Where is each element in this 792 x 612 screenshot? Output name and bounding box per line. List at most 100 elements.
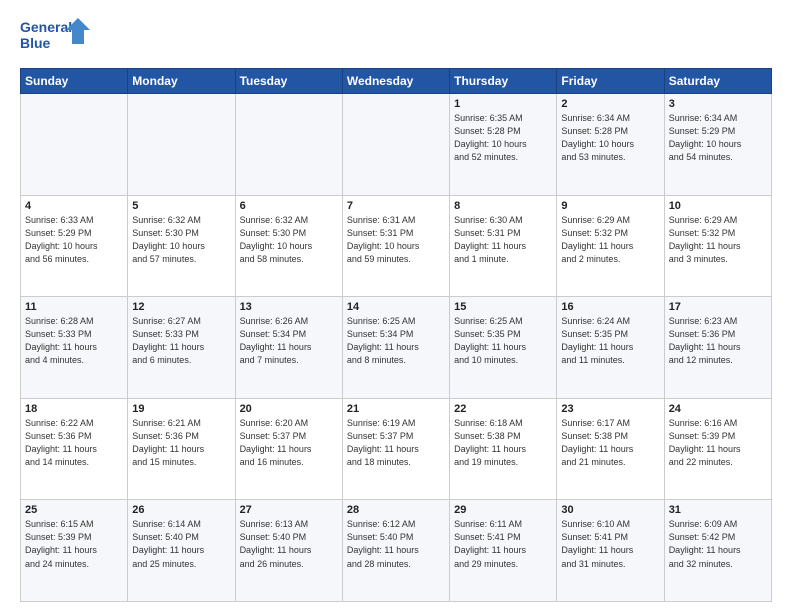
day-info: Sunrise: 6:29 AM Sunset: 5:32 PM Dayligh… (561, 214, 659, 266)
week-row-1: 1Sunrise: 6:35 AM Sunset: 5:28 PM Daylig… (21, 94, 772, 196)
day-info: Sunrise: 6:18 AM Sunset: 5:38 PM Dayligh… (454, 417, 552, 469)
day-cell: 14Sunrise: 6:25 AM Sunset: 5:34 PM Dayli… (342, 297, 449, 399)
day-cell: 2 Sunrise: 6:34 AM Sunset: 5:28 PM Daylig… (557, 94, 664, 196)
header: General Blue (20, 16, 772, 60)
day-info: Sunrise: 6:25 AM Sunset: 5:35 PM Dayligh… (454, 315, 552, 367)
day-info: Sunrise: 6:15 AM Sunset: 5:39 PM Dayligh… (25, 518, 123, 570)
day-number: 28 (347, 504, 445, 516)
day-cell: 16 Sunrise: 6:24 AM Sunset: 5:35 PM Dayli… (557, 297, 664, 399)
day-cell: 5 Sunrise: 6:32 AM Sunset: 5:30 PM Daylig… (128, 195, 235, 297)
day-cell: 11Sunrise: 6:28 AM Sunset: 5:33 PM Dayli… (21, 297, 128, 399)
day-number: 5 (132, 200, 230, 212)
day-number: 4 (25, 200, 123, 212)
day-number: 29 (454, 504, 552, 516)
day-cell: 9 Sunrise: 6:29 AM Sunset: 5:32 PM Daylig… (557, 195, 664, 297)
day-number: 18 (25, 403, 123, 415)
day-cell: 27 Sunrise: 6:13 AM Sunset: 5:40 PM Dayli… (235, 500, 342, 602)
day-cell (342, 94, 449, 196)
day-number: 13 (240, 301, 338, 313)
day-number: 6 (240, 200, 338, 212)
day-info: Sunrise: 6:29 AM Sunset: 5:32 PM Dayligh… (669, 214, 767, 266)
day-number: 30 (561, 504, 659, 516)
day-info: Sunrise: 6:28 AM Sunset: 5:33 PM Dayligh… (25, 315, 123, 367)
header-thursday: Thursday (450, 69, 557, 94)
day-number: 16 (561, 301, 659, 313)
day-number: 22 (454, 403, 552, 415)
day-number: 26 (132, 504, 230, 516)
day-info: Sunrise: 6:14 AM Sunset: 5:40 PM Dayligh… (132, 518, 230, 570)
header-sunday: Sunday (21, 69, 128, 94)
day-cell: 6 Sunrise: 6:32 AM Sunset: 5:30 PM Daylig… (235, 195, 342, 297)
day-cell: 7Sunrise: 6:31 AM Sunset: 5:31 PM Daylig… (342, 195, 449, 297)
day-cell: 10 Sunrise: 6:29 AM Sunset: 5:32 PM Dayli… (664, 195, 771, 297)
day-info: Sunrise: 6:34 AM Sunset: 5:28 PM Dayligh… (561, 112, 659, 164)
day-cell (21, 94, 128, 196)
day-info: Sunrise: 6:20 AM Sunset: 5:37 PM Dayligh… (240, 417, 338, 469)
day-info: Sunrise: 6:24 AM Sunset: 5:35 PM Dayligh… (561, 315, 659, 367)
day-cell: 13 Sunrise: 6:26 AM Sunset: 5:34 PM Dayli… (235, 297, 342, 399)
day-number: 3 (669, 98, 767, 110)
day-number: 21 (347, 403, 445, 415)
day-info: Sunrise: 6:32 AM Sunset: 5:30 PM Dayligh… (240, 214, 338, 266)
day-cell: 17Sunrise: 6:23 AM Sunset: 5:36 PM Dayli… (664, 297, 771, 399)
day-info: Sunrise: 6:35 AM Sunset: 5:28 PM Dayligh… (454, 112, 552, 164)
day-cell: 3 Sunrise: 6:34 AM Sunset: 5:29 PM Daylig… (664, 94, 771, 196)
day-number: 7 (347, 200, 445, 212)
day-cell: 1Sunrise: 6:35 AM Sunset: 5:28 PM Daylig… (450, 94, 557, 196)
logo: General Blue (20, 16, 90, 60)
calendar-header-row: SundayMondayTuesdayWednesdayThursdayFrid… (21, 69, 772, 94)
header-saturday: Saturday (664, 69, 771, 94)
day-info: Sunrise: 6:10 AM Sunset: 5:41 PM Dayligh… (561, 518, 659, 570)
day-cell: 30 Sunrise: 6:10 AM Sunset: 5:41 PM Dayli… (557, 500, 664, 602)
day-cell: 19 Sunrise: 6:21 AM Sunset: 5:36 PM Dayli… (128, 398, 235, 500)
svg-text:General: General (20, 19, 72, 35)
day-number: 10 (669, 200, 767, 212)
day-number: 15 (454, 301, 552, 313)
day-cell: 22 Sunrise: 6:18 AM Sunset: 5:38 PM Dayli… (450, 398, 557, 500)
day-number: 9 (561, 200, 659, 212)
header-friday: Friday (557, 69, 664, 94)
day-cell: 21 Sunrise: 6:19 AM Sunset: 5:37 PM Dayli… (342, 398, 449, 500)
day-info: Sunrise: 6:26 AM Sunset: 5:34 PM Dayligh… (240, 315, 338, 367)
day-info: Sunrise: 6:34 AM Sunset: 5:29 PM Dayligh… (669, 112, 767, 164)
day-info: Sunrise: 6:13 AM Sunset: 5:40 PM Dayligh… (240, 518, 338, 570)
day-number: 25 (25, 504, 123, 516)
day-number: 31 (669, 504, 767, 516)
day-info: Sunrise: 6:22 AM Sunset: 5:36 PM Dayligh… (25, 417, 123, 469)
day-cell: 31 Sunrise: 6:09 AM Sunset: 5:42 PM Dayli… (664, 500, 771, 602)
day-number: 19 (132, 403, 230, 415)
day-info: Sunrise: 6:32 AM Sunset: 5:30 PM Dayligh… (132, 214, 230, 266)
day-info: Sunrise: 6:12 AM Sunset: 5:40 PM Dayligh… (347, 518, 445, 570)
calendar: SundayMondayTuesdayWednesdayThursdayFrid… (20, 68, 772, 602)
day-info: Sunrise: 6:09 AM Sunset: 5:42 PM Dayligh… (669, 518, 767, 570)
day-info: Sunrise: 6:19 AM Sunset: 5:37 PM Dayligh… (347, 417, 445, 469)
day-cell: 12Sunrise: 6:27 AM Sunset: 5:33 PM Dayli… (128, 297, 235, 399)
day-info: Sunrise: 6:27 AM Sunset: 5:33 PM Dayligh… (132, 315, 230, 367)
day-cell: 28 Sunrise: 6:12 AM Sunset: 5:40 PM Dayli… (342, 500, 449, 602)
page: General Blue SundayMondayTuesdayWednesda… (0, 0, 792, 612)
header-wednesday: Wednesday (342, 69, 449, 94)
svg-text:Blue: Blue (20, 35, 51, 51)
week-row-5: 25 Sunrise: 6:15 AM Sunset: 5:39 PM Dayli… (21, 500, 772, 602)
day-number: 8 (454, 200, 552, 212)
day-number: 27 (240, 504, 338, 516)
day-info: Sunrise: 6:30 AM Sunset: 5:31 PM Dayligh… (454, 214, 552, 266)
day-cell: 15 Sunrise: 6:25 AM Sunset: 5:35 PM Dayli… (450, 297, 557, 399)
day-cell: 25 Sunrise: 6:15 AM Sunset: 5:39 PM Dayli… (21, 500, 128, 602)
day-cell (235, 94, 342, 196)
day-number: 2 (561, 98, 659, 110)
day-cell: 20 Sunrise: 6:20 AM Sunset: 5:37 PM Dayli… (235, 398, 342, 500)
day-cell (128, 94, 235, 196)
day-cell: 8 Sunrise: 6:30 AM Sunset: 5:31 PM Daylig… (450, 195, 557, 297)
day-number: 20 (240, 403, 338, 415)
day-cell: 29Sunrise: 6:11 AM Sunset: 5:41 PM Dayli… (450, 500, 557, 602)
day-number: 23 (561, 403, 659, 415)
day-cell: 18 Sunrise: 6:22 AM Sunset: 5:36 PM Dayli… (21, 398, 128, 500)
day-cell: 26 Sunrise: 6:14 AM Sunset: 5:40 PM Dayli… (128, 500, 235, 602)
day-info: Sunrise: 6:21 AM Sunset: 5:36 PM Dayligh… (132, 417, 230, 469)
day-info: Sunrise: 6:17 AM Sunset: 5:38 PM Dayligh… (561, 417, 659, 469)
day-cell: 4Sunrise: 6:33 AM Sunset: 5:29 PM Daylig… (21, 195, 128, 297)
header-tuesday: Tuesday (235, 69, 342, 94)
header-monday: Monday (128, 69, 235, 94)
day-number: 14 (347, 301, 445, 313)
